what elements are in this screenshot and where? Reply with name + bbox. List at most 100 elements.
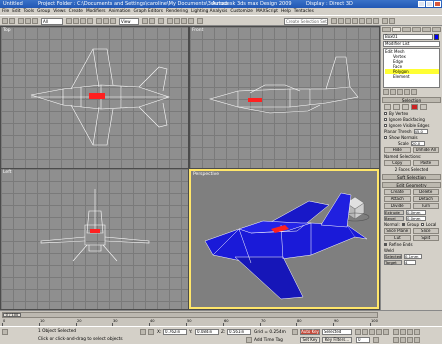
turn-button[interactable]: Turn (412, 203, 439, 209)
menu-animation[interactable]: Animation (109, 9, 131, 14)
normal-group-radio[interactable] (401, 223, 405, 226)
maxscript-listener-icon[interactable] (2, 329, 8, 335)
refine-ends-checkbox[interactable] (384, 243, 387, 246)
snaps-toggle-icon[interactable] (167, 18, 173, 24)
layer-manager-icon[interactable] (345, 18, 351, 24)
minimize-button[interactable] (418, 1, 425, 7)
edge-level-icon[interactable] (393, 104, 400, 110)
object-color-swatch[interactable] (434, 34, 439, 40)
zoom-all-icon[interactable] (400, 329, 406, 335)
extrude-spinner[interactable]: 0.0mm (406, 210, 426, 215)
maximize-viewport-icon[interactable] (414, 337, 420, 343)
normal-local-radio[interactable] (421, 223, 425, 226)
hierarchy-tab-icon[interactable] (402, 27, 411, 32)
angle-snap-icon[interactable] (174, 18, 180, 24)
bevel-button[interactable]: Bevel (384, 216, 404, 221)
show-normals-row[interactable]: Show Normals (384, 135, 439, 140)
unlink-icon[interactable] (25, 18, 31, 24)
slice-plane-button[interactable]: Slice Plane (384, 228, 411, 234)
hide-button[interactable]: Hide (384, 147, 411, 153)
y-coordinate-field[interactable]: 0.084in (195, 329, 219, 335)
set-key-button[interactable]: Set Key (300, 337, 320, 343)
select-rotate-icon[interactable] (103, 18, 109, 24)
ignore-backfacing-checkbox[interactable] (384, 118, 387, 121)
viewport-front[interactable]: Front (190, 27, 379, 168)
divide-button[interactable]: Divide (384, 203, 411, 209)
material-editor-icon[interactable] (366, 18, 372, 24)
select-move-icon[interactable] (96, 18, 102, 24)
display-tab-icon[interactable] (422, 27, 431, 32)
zoom-extents-icon[interactable] (407, 329, 413, 335)
absolute-mode-icon[interactable] (148, 329, 154, 335)
paste-button[interactable]: Paste (412, 160, 439, 166)
refine-ends-row[interactable]: Refine Ends (384, 242, 439, 247)
show-normals-checkbox[interactable] (384, 136, 387, 139)
menu-rendering[interactable]: Rendering (166, 9, 188, 14)
rectangular-selection-icon[interactable] (80, 18, 86, 24)
render-setup-icon[interactable] (373, 18, 379, 24)
redo-icon[interactable] (9, 18, 15, 24)
menu-group[interactable]: Group (37, 9, 50, 14)
modify-tab-icon[interactable] (392, 27, 401, 32)
unhide-all-button[interactable]: Unhide All (412, 147, 439, 153)
menu-graph-editors[interactable]: Graph Editors (133, 9, 163, 14)
planar-thresh-spinner[interactable]: 45.0 (413, 129, 428, 134)
window-crossing-icon[interactable] (87, 18, 93, 24)
weld-threshold-spinner[interactable]: 0.1mm (404, 254, 422, 259)
orbit-icon[interactable] (407, 337, 413, 343)
show-end-result-icon[interactable] (390, 89, 396, 95)
pin-stack-icon[interactable] (383, 89, 389, 95)
selection-lock-icon[interactable] (140, 329, 146, 335)
menu-create[interactable]: Create (69, 9, 83, 14)
key-filter-dropdown[interactable]: Selected (322, 329, 352, 335)
viewport-perspective[interactable]: Perspective (189, 169, 379, 309)
go-to-end-icon[interactable] (383, 329, 389, 335)
selection-rollout-header[interactable]: Selection (382, 97, 441, 103)
key-filters-button[interactable]: Key Filters... (322, 337, 352, 343)
make-unique-icon[interactable] (397, 89, 403, 95)
x-coordinate-field[interactable]: 0.762in (163, 329, 187, 335)
weld-target-button[interactable]: Target (384, 260, 402, 265)
selection-filter-dropdown[interactable]: All (41, 18, 63, 25)
face-level-icon[interactable] (402, 104, 409, 110)
mirror-icon[interactable] (331, 18, 337, 24)
named-selection-set-dropdown[interactable]: Create Selection Set (284, 18, 328, 25)
keyboard-shortcut-icon[interactable] (158, 18, 164, 24)
auto-key-button[interactable]: Auto Key (300, 329, 320, 335)
track-bar[interactable]: 0 10 20 30 40 50 60 70 80 90 100 (2, 319, 378, 326)
close-button[interactable] (434, 1, 441, 7)
cut-button[interactable]: Cut (384, 235, 411, 241)
pivot-center-icon[interactable] (142, 18, 148, 24)
configure-modifier-sets-icon[interactable] (411, 89, 417, 95)
percent-snap-icon[interactable] (181, 18, 187, 24)
ignore-visible-edges-checkbox[interactable] (384, 124, 387, 127)
curve-editor-icon[interactable] (352, 18, 358, 24)
play-icon[interactable] (369, 329, 375, 335)
schematic-view-icon[interactable] (359, 18, 365, 24)
edit-named-selection-icon[interactable] (197, 18, 203, 24)
menu-help[interactable]: Help (281, 9, 291, 14)
menu-tools[interactable]: Tools (24, 9, 35, 14)
viewport-top[interactable]: Top (1, 27, 188, 168)
z-coordinate-field[interactable]: 0.561in (227, 329, 251, 335)
menu-file[interactable]: File (2, 9, 9, 14)
menu-maxscript[interactable]: MAXScript (256, 9, 278, 14)
object-name-field[interactable]: Box01 (383, 34, 439, 40)
quick-render-icon[interactable] (389, 18, 395, 24)
add-time-tag[interactable]: Add Time Tag (254, 338, 283, 343)
menu-customize[interactable]: Customize (230, 9, 253, 14)
soft-selection-rollout-header[interactable]: Soft Selection (382, 174, 441, 180)
select-scale-icon[interactable] (110, 18, 116, 24)
viewport-left[interactable]: Left (1, 169, 188, 309)
go-to-start-icon[interactable] (355, 329, 361, 335)
undo-icon[interactable] (2, 18, 8, 24)
select-by-name-icon[interactable] (73, 18, 79, 24)
bevel-spinner[interactable]: 0.0mm (406, 216, 426, 221)
link-icon[interactable] (18, 18, 24, 24)
bind-space-warp-icon[interactable] (32, 18, 38, 24)
by-vertex-row[interactable]: By Vertex (384, 111, 439, 116)
split-button[interactable]: Split (412, 235, 439, 241)
weld-selected-button[interactable]: Selected (384, 254, 402, 259)
edit-geometry-rollout-header[interactable]: Edit Geometry (382, 182, 441, 188)
stack-item-element[interactable]: Element (385, 74, 439, 79)
